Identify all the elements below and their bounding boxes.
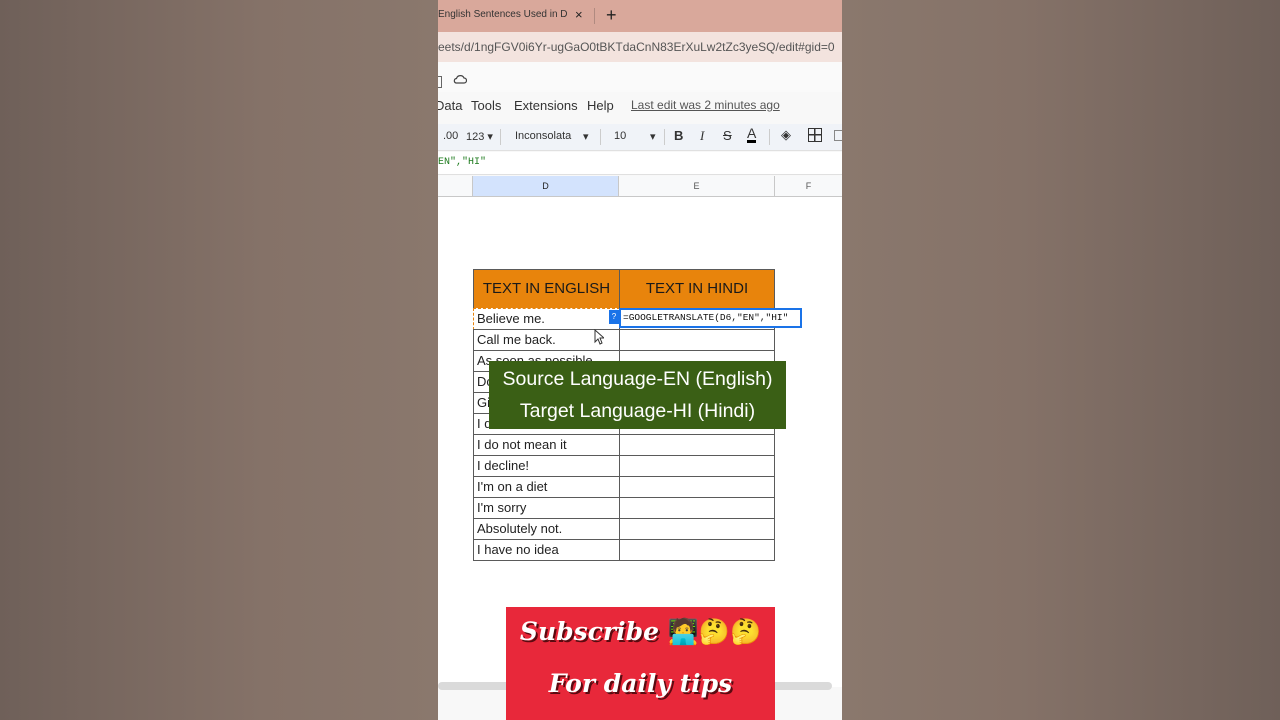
italic-button[interactable]: I <box>700 128 704 144</box>
font-size-select[interactable]: 10 ▾ <box>614 130 660 143</box>
menu-data[interactable]: Data <box>438 98 462 113</box>
table-cell-hindi[interactable] <box>619 518 775 540</box>
new-tab-icon[interactable]: + <box>606 2 617 28</box>
table-cell-hindi[interactable] <box>619 434 775 456</box>
formula-bar[interactable]: EN","HI" <box>438 152 842 175</box>
cloud-saved-icon[interactable] <box>453 74 467 84</box>
table-cell-english[interactable]: I have no idea <box>473 539 620 561</box>
emoji-icons: 🧑‍💻🤔🤔 <box>667 617 762 646</box>
table-header-hindi[interactable]: TEXT IN HINDI <box>619 269 775 309</box>
menu-extensions[interactable]: Extensions <box>514 98 578 113</box>
mouse-cursor-icon <box>594 329 604 345</box>
table-cell-hindi[interactable] <box>619 476 775 498</box>
text-color-button[interactable]: A <box>747 126 757 143</box>
toolbar-divider <box>769 129 770 145</box>
subscribe-text: Subscribe 🧑‍💻🤔🤔 <box>506 617 775 647</box>
active-formula-cell[interactable]: =GOOGLETRANSLATE(D6,"EN","HI" <box>619 308 802 328</box>
video-caption: Source Language-EN (English) Target Lang… <box>489 361 786 429</box>
column-header-e[interactable]: E <box>619 176 775 197</box>
blurred-background-right <box>842 0 1280 720</box>
daily-tips-text: For daily tips <box>548 669 733 698</box>
subscribe-label: Subscribe <box>519 617 659 646</box>
menu-tools[interactable]: Tools <box>471 98 501 113</box>
formula-help-icon[interactable]: ? <box>609 310 619 324</box>
font-select[interactable]: Inconsolata ▾ <box>515 130 595 143</box>
formula-bar-text[interactable]: EN","HI" <box>438 157 486 168</box>
formula-bar-value: EN","HI" <box>438 157 487 168</box>
toolbar-divider <box>500 129 501 145</box>
move-icon[interactable] <box>438 76 442 88</box>
browser-tab-bar: English Sentences Used in D × + <box>438 0 842 32</box>
fill-color-icon[interactable]: ◈ <box>781 127 791 143</box>
merge-cells-icon[interactable] <box>834 130 842 141</box>
caption-line-1: Source Language-EN (English) <box>502 368 773 390</box>
column-header-f[interactable]: F <box>775 176 842 197</box>
font-size-value: 10 <box>614 130 627 142</box>
browser-tab[interactable]: English Sentences Used in D <box>438 4 588 28</box>
chevron-down-icon: ▾ <box>583 131 589 143</box>
doc-header <box>438 62 842 92</box>
table-cell-english[interactable]: Absolutely not. <box>473 518 620 540</box>
screen-recording: English Sentences Used in D × + eets/d/1… <box>438 0 842 720</box>
tab-separator <box>594 8 595 24</box>
address-bar[interactable]: eets/d/1ngFGV0i6Yr-ugGaO0tBKTdaCnN83ErXu… <box>438 32 842 62</box>
column-header-d[interactable]: D <box>473 176 619 197</box>
table-cell-hindi[interactable] <box>619 539 775 561</box>
table-cell-hindi[interactable] <box>619 455 775 477</box>
format-toolbar: .00 123 ▾ Inconsolata ▾ 10 ▾ B I S A ◈ <box>438 124 842 151</box>
formula-in-cell: =GOOGLETRANSLATE(D6,"EN","HI" <box>623 312 789 323</box>
table-cell-english[interactable]: Believe me. <box>473 308 620 330</box>
column-header-blank <box>438 176 473 197</box>
table-cell-hindi[interactable] <box>619 497 775 519</box>
chevron-down-icon: ▾ <box>650 131 656 143</box>
table-cell-english[interactable]: I decline! <box>473 455 620 477</box>
borders-icon[interactable] <box>808 128 822 142</box>
last-edit-link[interactable]: Last edit was 2 minutes ago <box>631 98 780 112</box>
subscribe-banner: Subscribe 🧑‍💻🤔🤔 For daily tips <box>506 607 775 720</box>
number-format-button[interactable]: 123 ▾ <box>466 130 493 143</box>
tab-close-icon[interactable]: × <box>575 4 583 26</box>
table-cell-english[interactable]: I'm on a diet <box>473 476 620 498</box>
table-cell-hindi[interactable] <box>619 329 775 351</box>
bold-button[interactable]: B <box>674 128 683 143</box>
table-cell-english[interactable]: I'm sorry <box>473 497 620 519</box>
table-header-english[interactable]: TEXT IN ENGLISH <box>473 269 620 309</box>
strikethrough-button[interactable]: S <box>723 128 732 143</box>
number-format-label: 123 <box>466 131 485 143</box>
caption-line-2: Target Language-HI (Hindi) <box>519 400 756 422</box>
url-text[interactable]: eets/d/1ngFGV0i6Yr-ugGaO0tBKTdaCnN83ErXu… <box>438 40 835 54</box>
blurred-background-left <box>0 0 438 720</box>
increase-decimal-button[interactable]: .00 <box>443 130 458 142</box>
menu-help[interactable]: Help <box>587 98 614 113</box>
chevron-down-icon: ▾ <box>487 131 493 143</box>
font-name: Inconsolata <box>515 130 572 142</box>
table-cell-english[interactable]: I do not mean it <box>473 434 620 456</box>
toolbar-divider <box>600 129 601 145</box>
toolbar-divider <box>664 129 665 145</box>
